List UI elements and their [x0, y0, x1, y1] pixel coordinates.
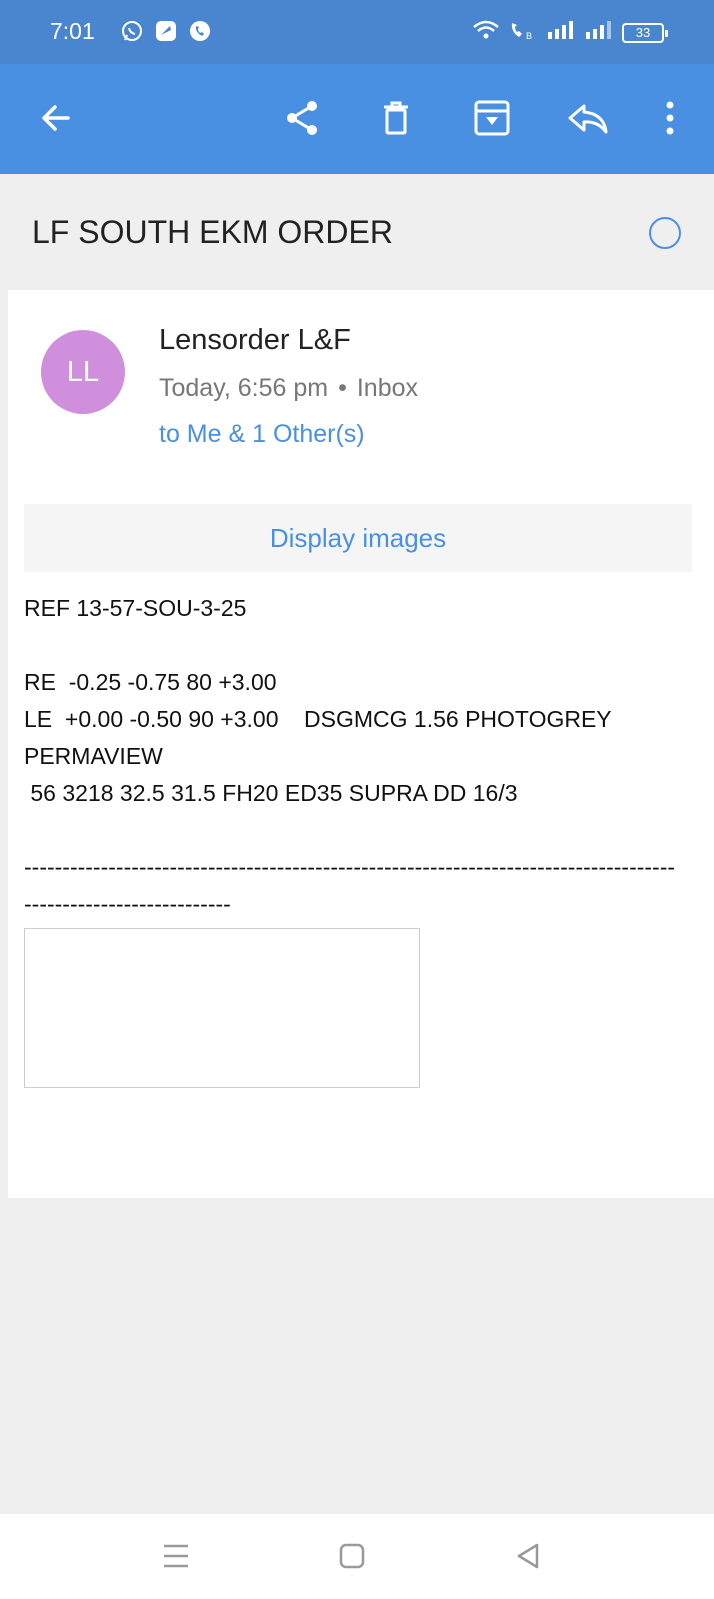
meta-separator: • — [338, 374, 347, 402]
status-bar: 7:01 B 33 — [0, 0, 714, 64]
email-meta: Today, 6:56 pm • Inbox — [159, 374, 418, 403]
email-toolbar — [0, 64, 714, 174]
whatsapp-icon — [120, 19, 144, 48]
body-line — [24, 627, 692, 664]
phone-status-icon — [188, 19, 212, 48]
email-body: REF 13-57-SOU-3-25 RE -0.25 -0.75 80 +3.… — [24, 590, 692, 923]
blocked-image-placeholder — [24, 928, 420, 1088]
body-line: RE -0.25 -0.75 80 +3.00 — [24, 669, 277, 695]
avatar-initials: LL — [66, 355, 100, 388]
body-line: PERMAVIEW — [24, 743, 163, 769]
recipients-link[interactable]: to Me & 1 Other(s) — [159, 420, 365, 449]
select-circle-icon[interactable] — [649, 217, 681, 249]
system-status-icons: B 33 — [472, 19, 668, 46]
sender-name[interactable]: Lensorder L&F — [159, 324, 351, 357]
body-line — [24, 812, 692, 849]
wifi-icon — [472, 19, 500, 46]
body-line: 56 3218 32.5 31.5 FH20 ED35 SUPRA DD 16/… — [24, 780, 518, 806]
body-line: LE +0.00 -0.50 90 +3.00 DSGMCG 1.56 PHOT… — [24, 706, 612, 732]
system-nav-bar — [0, 1514, 714, 1599]
share-icon[interactable] — [276, 92, 328, 144]
delete-icon[interactable] — [370, 92, 422, 144]
back-triangle-icon[interactable] — [506, 1534, 550, 1578]
archive-icon[interactable] — [466, 92, 518, 144]
subject-row: LF SOUTH EKM ORDER — [0, 174, 714, 290]
email-date: Today, 6:56 pm — [159, 374, 329, 402]
status-time: 7:01 — [50, 18, 95, 44]
messenger-icon — [154, 19, 178, 48]
signal-icon-2 — [584, 20, 614, 45]
display-images-button[interactable]: Display images — [24, 504, 692, 572]
signal-icon — [546, 20, 576, 45]
email-subject: LF SOUTH EKM ORDER — [32, 214, 393, 250]
back-arrow-icon[interactable] — [30, 92, 82, 144]
signature-separator: ----------------------------------------… — [24, 854, 676, 880]
email-card: LL Lensorder L&F Today, 6:56 pm • Inbox to… — [8, 290, 714, 1198]
reply-icon[interactable] — [562, 92, 614, 144]
svg-text:B: B — [526, 31, 532, 41]
email-folder: Inbox — [356, 374, 419, 402]
recents-menu-icon[interactable] — [154, 1534, 198, 1578]
more-options-icon[interactable] — [644, 92, 696, 144]
body-line: REF 13-57-SOU-3-25 — [24, 595, 247, 621]
notification-icons — [120, 19, 212, 48]
home-icon[interactable] — [330, 1534, 374, 1578]
signature-separator-2: --------------------------- — [24, 891, 231, 917]
battery-indicator: 33 — [622, 22, 668, 43]
volte-icon: B — [508, 19, 538, 46]
avatar[interactable]: LL — [41, 330, 125, 414]
